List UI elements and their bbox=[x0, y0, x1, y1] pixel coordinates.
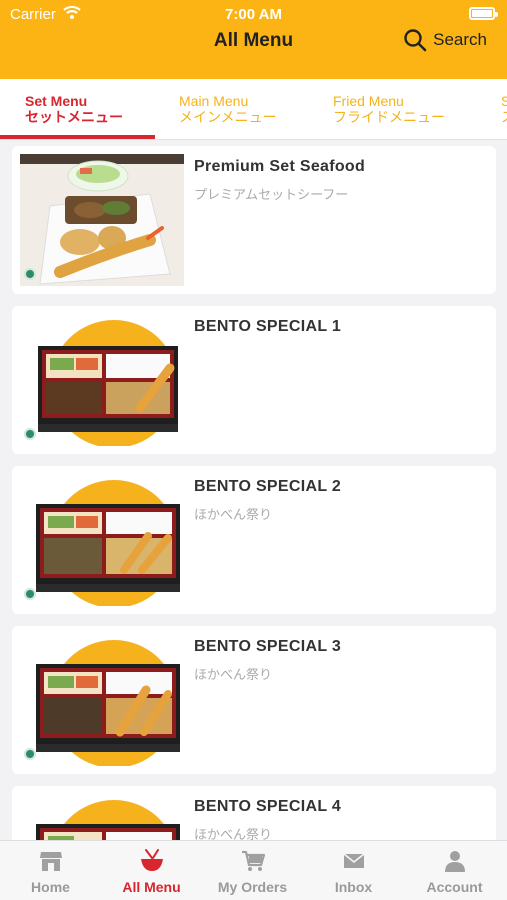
nav-label: All Menu bbox=[122, 879, 181, 895]
menu-card[interactable]: BENTO SPECIAL 1 bbox=[12, 306, 496, 454]
food-image bbox=[20, 314, 184, 446]
tab-fried-menu[interactable]: Fried Menu フライドメニュー bbox=[333, 93, 445, 125]
search-button[interactable]: Search bbox=[403, 27, 487, 53]
search-label: Search bbox=[433, 30, 487, 49]
category-tabs: Set Menu セットメニュー Main Menu メインメニュー Fried… bbox=[0, 79, 507, 140]
nav-label: Inbox bbox=[334, 879, 373, 895]
tab-next-partial[interactable]: S ス bbox=[501, 93, 507, 125]
active-tab-indicator bbox=[0, 135, 155, 139]
tab-label: Fried Menu bbox=[333, 93, 404, 109]
halal-badge-icon bbox=[24, 588, 36, 600]
bottom-tab-bar: Home All Menu My Orders Inbox Account bbox=[0, 840, 507, 900]
nav-all-menu[interactable]: All Menu bbox=[101, 841, 202, 900]
item-subtitle: プレミアムセットシーフー bbox=[194, 187, 349, 202]
tab-label: Set Menu bbox=[25, 93, 88, 109]
item-name: BENTO SPECIAL 4 bbox=[194, 798, 342, 815]
tab-label-jp: セットメニュー bbox=[25, 109, 123, 125]
app-screen: Carrier 7:00 AM All Menu Search Set Menu… bbox=[0, 0, 507, 900]
tab-main-menu[interactable]: Main Menu メインメニュー bbox=[179, 93, 277, 125]
nav-label: My Orders bbox=[217, 879, 288, 895]
menu-card[interactable]: BENTO SPECIAL 4 ほかべん祭り bbox=[12, 786, 496, 840]
menu-card[interactable]: Premium Set Seafood プレミアムセットシーフー bbox=[12, 146, 496, 294]
tab-set-menu[interactable]: Set Menu セットメニュー bbox=[25, 93, 123, 125]
status-time: 7:00 AM bbox=[225, 6, 282, 23]
item-name: BENTO SPECIAL 3 bbox=[194, 638, 342, 655]
nav-account[interactable]: Account bbox=[404, 841, 505, 900]
item-subtitle: ほかべん祭り bbox=[194, 827, 273, 840]
food-image bbox=[20, 794, 184, 840]
item-name: BENTO SPECIAL 2 bbox=[194, 478, 342, 495]
menu-card[interactable]: BENTO SPECIAL 3 ほかべん祭り bbox=[12, 626, 496, 774]
halal-badge-icon bbox=[24, 268, 36, 280]
store-icon bbox=[40, 852, 62, 871]
nav-label: Home bbox=[31, 879, 70, 895]
menu-card[interactable]: BENTO SPECIAL 2 ほかべん祭り bbox=[12, 466, 496, 614]
nav-inbox[interactable]: Inbox bbox=[303, 841, 404, 900]
nav-my-orders[interactable]: My Orders bbox=[202, 841, 303, 900]
nav-home[interactable]: Home bbox=[0, 841, 101, 900]
cart-icon bbox=[242, 850, 265, 871]
mail-icon bbox=[343, 853, 365, 868]
halal-badge-icon bbox=[24, 748, 36, 760]
tab-label-jp: フライドメニュー bbox=[333, 109, 445, 125]
item-name: BENTO SPECIAL 1 bbox=[194, 318, 342, 335]
food-image bbox=[20, 634, 184, 766]
bowl-icon bbox=[141, 849, 163, 871]
food-image bbox=[20, 154, 184, 286]
nav-label: Account bbox=[426, 879, 483, 895]
menu-list[interactable]: Premium Set Seafood プレミアムセットシーフー BENTO S… bbox=[0, 140, 507, 840]
item-name: Premium Set Seafood bbox=[194, 158, 366, 175]
tab-label: Main Menu bbox=[179, 93, 249, 109]
app-header: Carrier 7:00 AM All Menu Search bbox=[0, 0, 507, 79]
item-subtitle: ほかべん祭り bbox=[194, 667, 273, 682]
tab-label-jp: メインメニュー bbox=[179, 109, 277, 125]
tab-label: S bbox=[501, 93, 507, 109]
status-bar: Carrier 7:00 AM bbox=[0, 4, 507, 24]
search-icon bbox=[404, 29, 427, 52]
person-icon bbox=[445, 851, 465, 872]
food-image bbox=[20, 474, 184, 606]
item-subtitle: ほかべん祭り bbox=[194, 507, 273, 522]
halal-badge-icon bbox=[24, 428, 36, 440]
battery-icon bbox=[469, 7, 498, 20]
tab-label-jp: ス bbox=[501, 109, 507, 125]
